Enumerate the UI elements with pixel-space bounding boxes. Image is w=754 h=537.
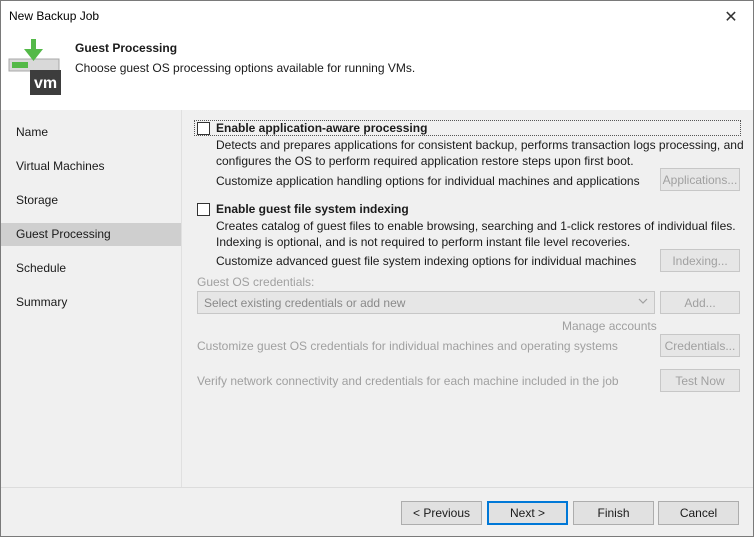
close-icon[interactable]: ✕ [709, 1, 753, 32]
app-aware-description-2: configures the OS to perform required ap… [216, 154, 634, 168]
previous-button[interactable]: < Previous [401, 501, 482, 525]
sidebar-item-schedule[interactable]: Schedule [1, 257, 181, 280]
indexing-checkbox[interactable] [197, 202, 210, 216]
indexing-button[interactable]: Indexing... [660, 249, 740, 272]
finish-button[interactable]: Finish [573, 501, 654, 525]
guest-os-credentials-label: Guest OS credentials: [197, 275, 315, 289]
cancel-button[interactable]: Cancel [658, 501, 739, 525]
indexing-checkbox-row[interactable]: Enable guest file system indexing [197, 202, 409, 216]
credentials-select[interactable]: Select existing credentials or add new [197, 291, 655, 314]
app-aware-description-1: Detects and prepares applications for co… [216, 138, 744, 152]
credentials-customize-text: Customize guest OS credentials for indiv… [197, 339, 618, 353]
app-aware-checkbox[interactable] [197, 121, 210, 135]
page-subtitle: Choose guest OS processing options avail… [75, 61, 416, 75]
app-aware-checkbox-row[interactable]: Enable application-aware processing [197, 121, 427, 135]
indexing-description-1: Creates catalog of guest files to enable… [216, 219, 736, 233]
sidebar-item-virtual-machines[interactable]: Virtual Machines [1, 155, 181, 178]
title-bar: New Backup Job ✕ [1, 1, 753, 32]
chevron-down-icon[interactable] [638, 296, 648, 306]
guest-processing-panel: Enable application-aware processing Dete… [181, 110, 753, 487]
applications-button[interactable]: Applications... [660, 168, 740, 191]
indexing-label[interactable]: Enable guest file system indexing [216, 202, 409, 216]
sidebar-item-guest-processing[interactable]: Guest Processing [1, 223, 181, 246]
window-title: New Backup Job [9, 9, 100, 23]
credentials-select-value: Select existing credentials or add new [204, 295, 406, 310]
wizard-header: vm Guest Processing Choose guest OS proc… [1, 32, 753, 110]
test-now-button[interactable]: Test Now [660, 369, 740, 392]
page-title: Guest Processing [75, 41, 178, 55]
sidebar-item-storage[interactable]: Storage [1, 189, 181, 212]
next-button[interactable]: Next > [487, 501, 568, 525]
verify-connectivity-text: Verify network connectivity and credenti… [197, 374, 619, 388]
veeam-vm-backup-icon: vm [8, 39, 61, 95]
logo-text: vm [34, 75, 57, 92]
sidebar-item-name[interactable]: Name [1, 121, 181, 144]
sidebar-item-summary[interactable]: Summary [1, 291, 181, 314]
app-aware-label[interactable]: Enable application-aware processing [216, 121, 427, 135]
indexing-description-2: Indexing is optional, and is not require… [216, 235, 631, 249]
manage-accounts-link[interactable]: Manage accounts [562, 319, 657, 333]
new-backup-job-window: New Backup Job ✕ vm Guest Processing Cho… [0, 0, 754, 537]
add-credentials-button[interactable]: Add... [660, 291, 740, 314]
credentials-button[interactable]: Credentials... [660, 334, 740, 357]
wizard-steps-sidebar: Name Virtual Machines Storage Guest Proc… [1, 110, 181, 487]
wizard-footer: < Previous Next > Finish Cancel [1, 487, 753, 536]
